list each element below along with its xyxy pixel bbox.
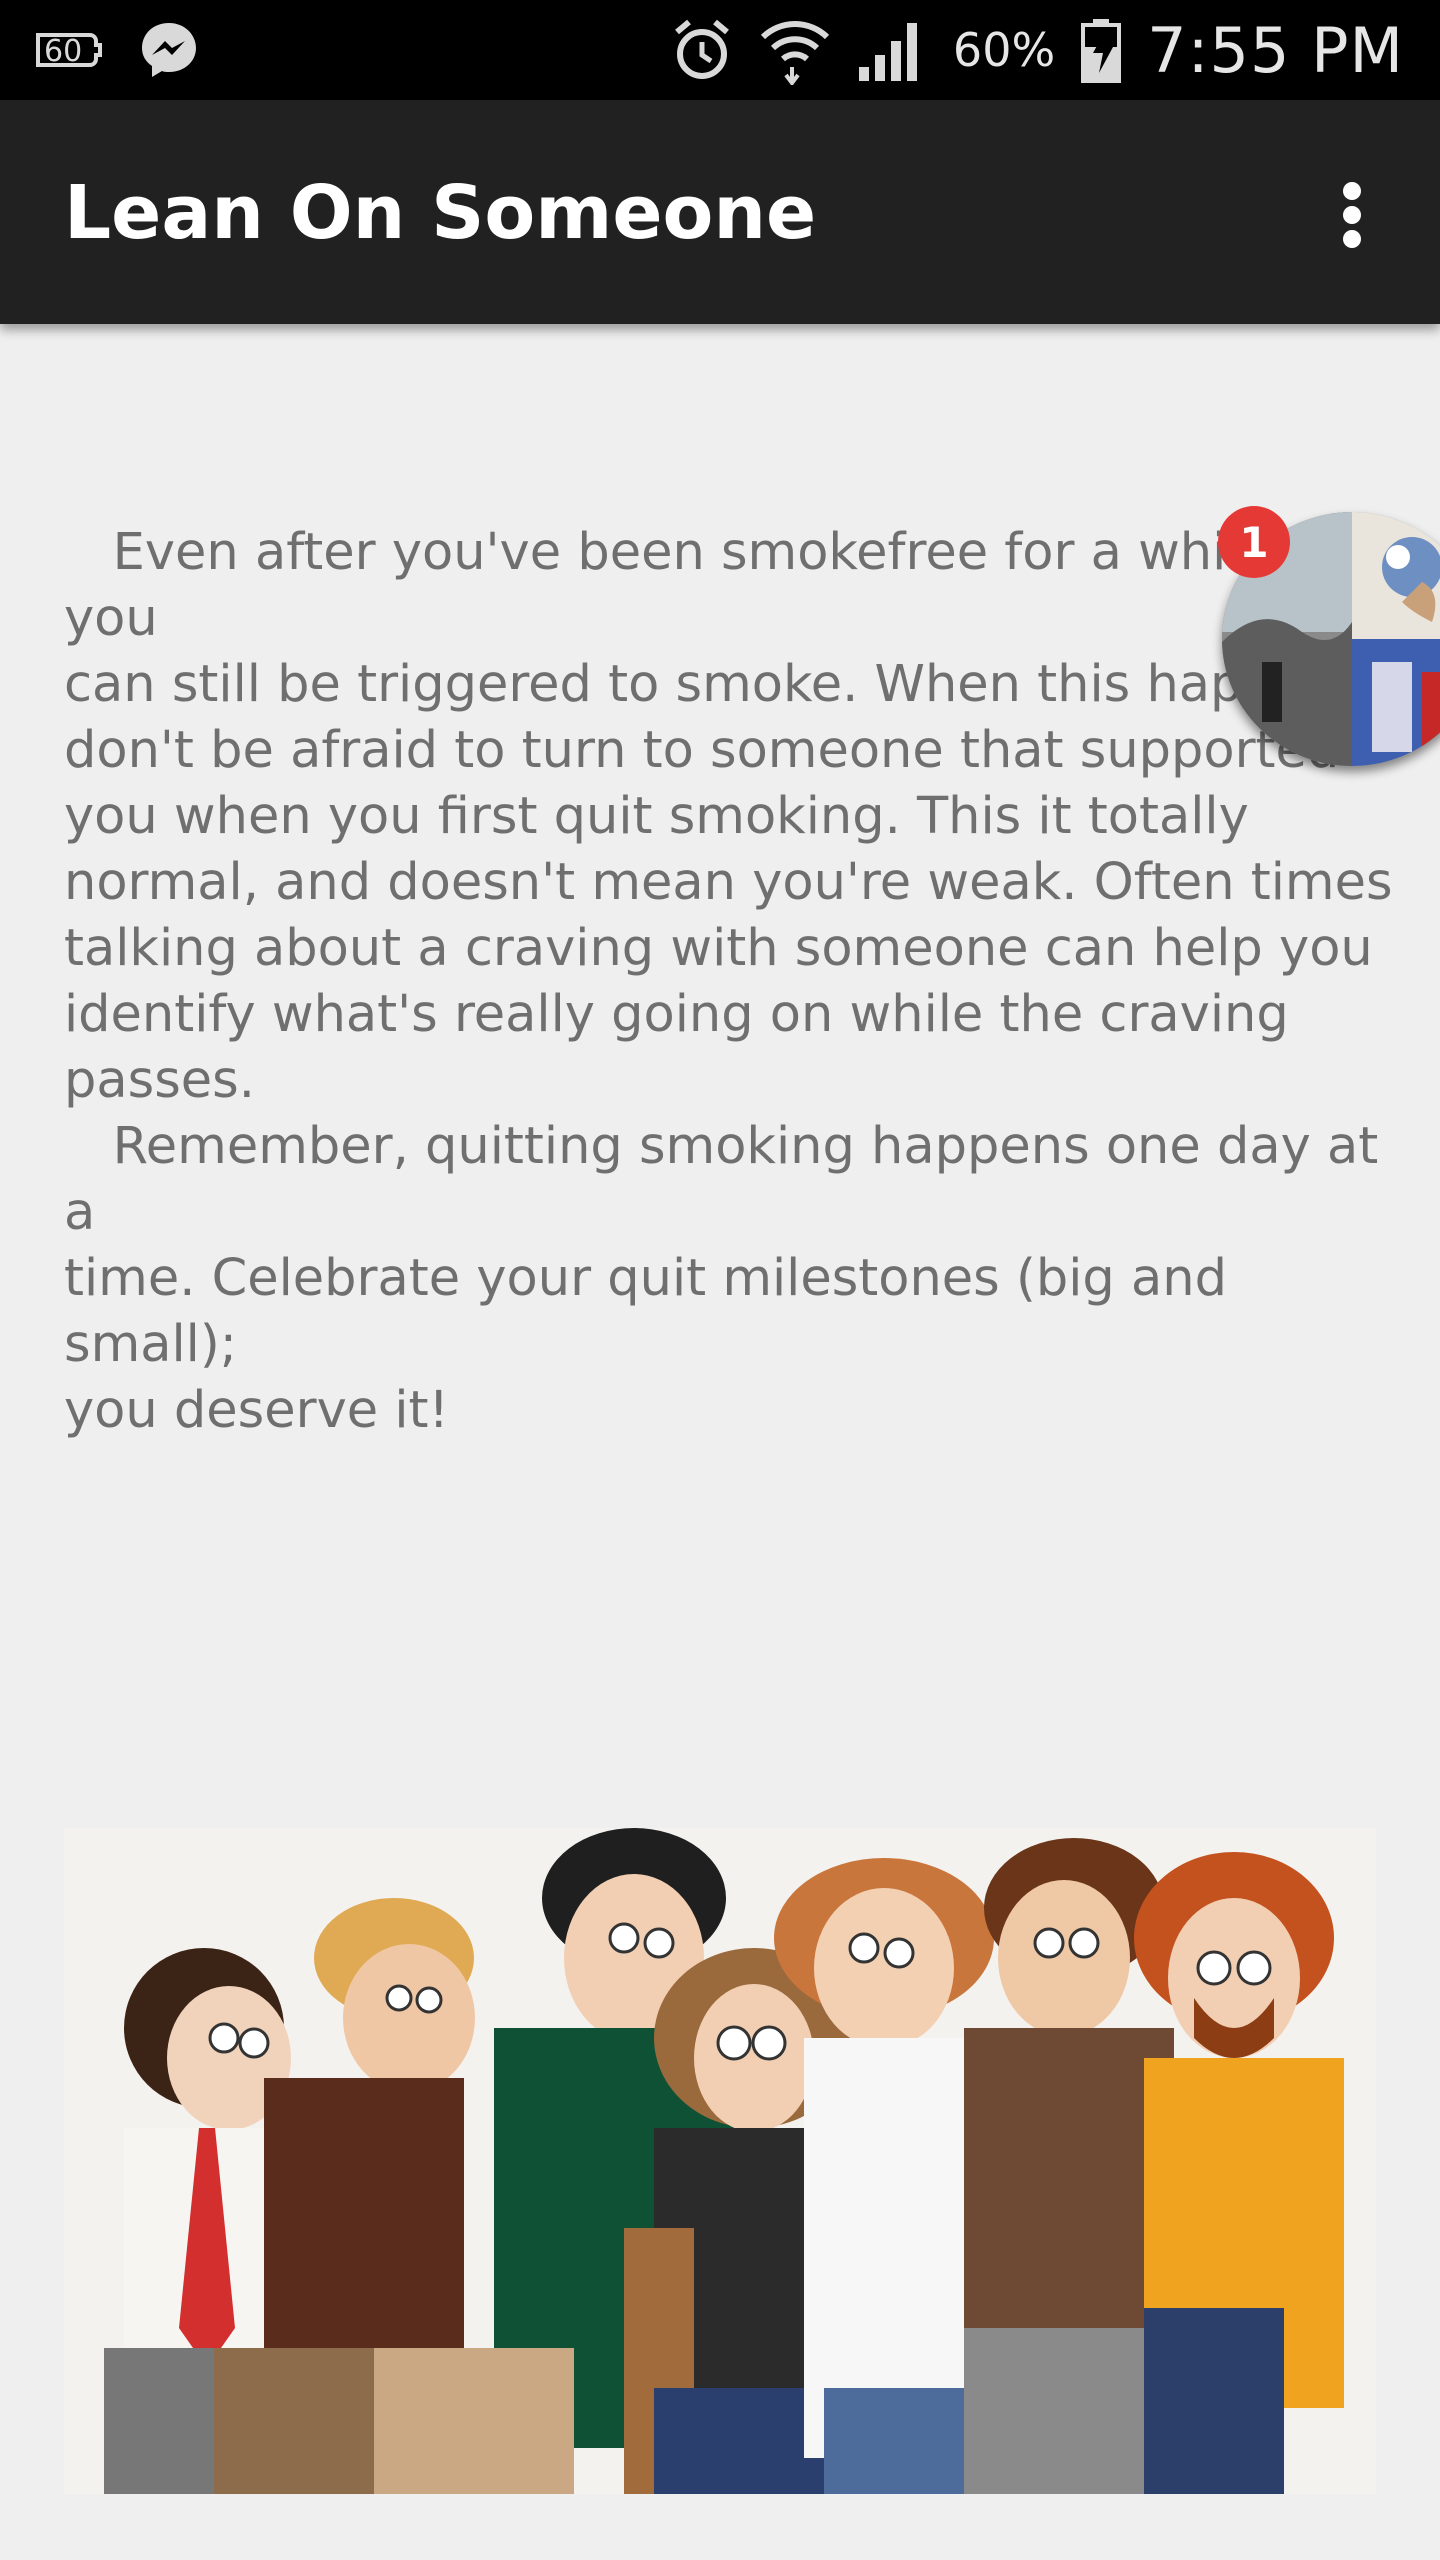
friends-illustration	[64, 1828, 1376, 2494]
60-second-icon: 60	[32, 25, 104, 75]
page-title: Lean On Someone	[64, 170, 817, 256]
status-bar: 60 60% 7:55 PM	[0, 0, 1440, 100]
article-body: Even after you've been smokefree for a w…	[64, 523, 1393, 1440]
battery-percent: 60%	[952, 23, 1056, 77]
app-bar: Lean On Someone	[0, 100, 1440, 324]
alarm-icon	[671, 18, 733, 82]
more-vert-icon[interactable]	[1330, 178, 1374, 252]
clock: 7:55 PM	[1147, 13, 1404, 87]
notification-badge: 1	[1218, 506, 1290, 578]
battery-charging-icon	[1081, 17, 1122, 83]
signal-icon	[857, 17, 927, 83]
messenger-icon	[138, 19, 200, 81]
wifi-icon	[759, 15, 831, 85]
svg-text:60: 60	[44, 34, 82, 69]
notification-icons: 60	[32, 18, 200, 82]
group-of-friends-illustration	[64, 1828, 1376, 2494]
system-icons: 60% 7:55 PM	[671, 13, 1404, 87]
